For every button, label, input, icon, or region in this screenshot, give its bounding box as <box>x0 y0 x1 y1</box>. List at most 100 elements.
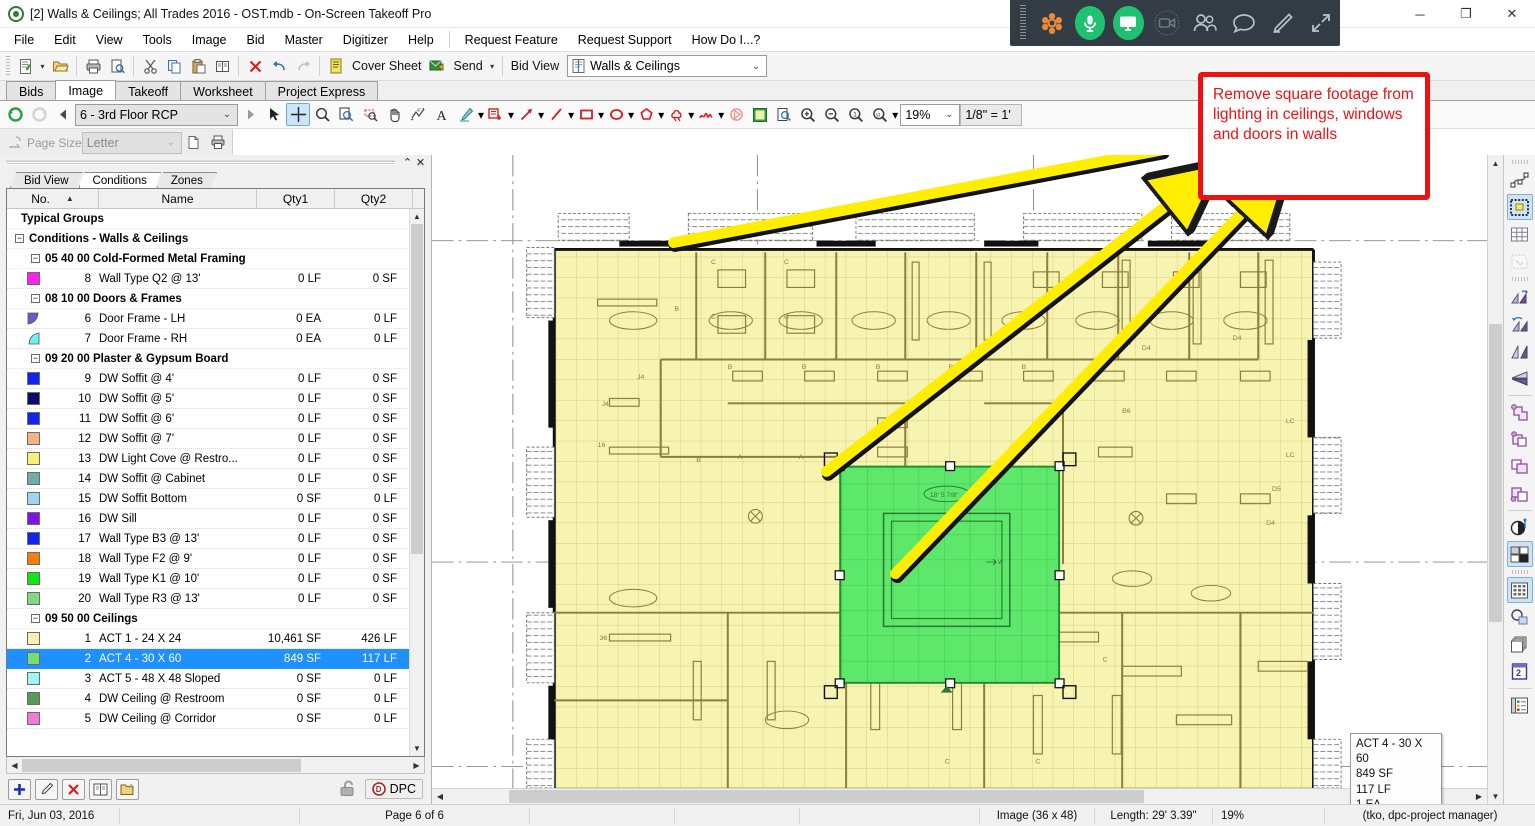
intersect-icon[interactable] <box>1507 453 1533 479</box>
video-conference-toolbar[interactable] <box>1010 0 1340 46</box>
select-area-icon[interactable] <box>1507 194 1533 220</box>
zoom-window-icon[interactable] <box>334 103 358 126</box>
scroll-left-icon[interactable]: ◀ <box>7 761 22 770</box>
maximize-button[interactable]: ❐ <box>1443 0 1489 28</box>
settings-gear-icon[interactable] <box>1036 6 1066 40</box>
redo-icon[interactable] <box>291 55 315 78</box>
table-row[interactable]: 12DW Soffit @ 7'0 LF0 SF <box>7 429 424 449</box>
vscroll-thumb[interactable] <box>1489 324 1502 623</box>
add-condition-button[interactable] <box>8 779 31 800</box>
bid-selector[interactable]: Walls & Ceilings ⌄ <box>567 55 767 77</box>
hscroll-thumb[interactable] <box>22 759 301 772</box>
grid-icon[interactable] <box>1507 221 1533 247</box>
table-row[interactable]: 1ACT 1 - 24 X 2410,461 SF426 LF <box>7 629 424 649</box>
open-icon[interactable] <box>48 55 72 78</box>
table-row[interactable]: 11DW Soffit @ 6'0 LF0 SF <box>7 409 424 429</box>
scroll-up-icon[interactable]: ▲ <box>1488 155 1503 171</box>
expander-icon[interactable]: − <box>31 354 40 363</box>
flip-up-icon[interactable] <box>1507 284 1533 310</box>
tab-bids[interactable]: Bids <box>6 81 56 100</box>
zoom-icon[interactable] <box>310 103 334 126</box>
print-icon[interactable] <box>81 55 105 78</box>
menu-file[interactable]: File <box>4 30 44 50</box>
table-row[interactable]: 10DW Soffit @ 5'0 LF0 SF <box>7 389 424 409</box>
table-row[interactable]: −05 40 00 Cold-Formed Metal Framing <box>7 249 424 269</box>
edit-condition-button[interactable] <box>35 779 58 800</box>
ellipse-icon[interactable] <box>604 103 628 126</box>
crosshair-icon[interactable] <box>286 103 310 126</box>
menu-image[interactable]: Image <box>182 30 237 50</box>
panel-tab-zones[interactable]: Zones <box>157 172 217 188</box>
table-row[interactable]: −Conditions - Walls & Ceilings <box>7 229 424 249</box>
subtract-icon[interactable] <box>1507 426 1533 452</box>
group-row[interactable]: −09 20 00 Plaster & Gypsum Board <box>7 353 424 365</box>
canvas-hscroll-track[interactable] <box>448 790 1471 803</box>
hscroll-track[interactable] <box>22 759 409 772</box>
expander-icon[interactable]: − <box>15 234 24 243</box>
tab-image[interactable]: Image <box>55 80 116 100</box>
copy-icon[interactable] <box>162 55 186 78</box>
rotate-cw-icon[interactable] <box>27 103 51 126</box>
arrow-icon[interactable] <box>514 103 538 126</box>
snapshot-icon[interactable] <box>1507 248 1533 274</box>
measure-icon[interactable]: 4' <box>406 103 430 126</box>
panel-tab-bid-view[interactable]: Bid View <box>10 172 83 188</box>
rail-grip-3[interactable] <box>1512 570 1528 574</box>
table-row[interactable]: 9DW Soffit @ 4'0 LF0 SF <box>7 369 424 389</box>
table-row[interactable]: 16DW Sill0 LF0 SF <box>7 509 424 529</box>
video-bar-grip[interactable] <box>1020 5 1026 41</box>
cut-icon[interactable] <box>138 55 162 78</box>
send-icon[interactable] <box>425 55 449 78</box>
page-selector[interactable]: 6 - 3rd Floor RCP ⌄ <box>75 104 238 126</box>
column-header-no[interactable]: No.▲ <box>7 189 99 208</box>
grid-horizontal-scrollbar[interactable]: ◀ ▶ <box>6 757 425 774</box>
scroll-down-icon[interactable]: ▼ <box>1488 788 1503 804</box>
line-icon[interactable] <box>544 103 568 126</box>
mirror-vertical-icon[interactable] <box>1507 338 1533 364</box>
group-row[interactable]: −05 40 00 Cold-Formed Metal Framing <box>7 253 424 265</box>
menu-bid[interactable]: Bid <box>237 30 275 50</box>
screen-share-icon[interactable] <box>1113 6 1143 40</box>
pin-icon[interactable]: ⌃ <box>401 156 414 169</box>
send-label[interactable]: Send <box>449 59 486 73</box>
menu-digitizer[interactable]: Digitizer <box>333 30 398 50</box>
vscroll-thumb[interactable] <box>411 224 423 554</box>
chat-icon[interactable] <box>1229 6 1259 40</box>
text-icon[interactable]: A <box>430 103 454 126</box>
scroll-down-icon[interactable]: ▼ <box>410 741 424 756</box>
table-row[interactable]: 5DW Ceiling @ Corridor0 SF0 LF <box>7 709 424 729</box>
zoom-in-icon[interactable] <box>796 103 820 126</box>
menu-request-support[interactable]: Request Support <box>568 30 682 50</box>
group-row[interactable]: −09 50 00 Ceilings <box>7 613 424 625</box>
table-row[interactable]: −09 50 00 Ceilings <box>7 609 424 629</box>
table-row[interactable]: 7Door Frame - RH0 EA0 LF <box>7 329 424 349</box>
union-icon[interactable] <box>1507 399 1533 425</box>
expand-icon[interactable] <box>1306 6 1336 40</box>
rectangle-icon[interactable] <box>574 103 598 126</box>
fit-page-icon[interactable] <box>772 103 796 126</box>
table-row[interactable]: 15DW Soffit Bottom0 SF0 LF <box>7 489 424 509</box>
zoom-level-input[interactable]: 19% ⌄ <box>900 104 960 126</box>
group-row[interactable]: −08 10 00 Doors & Frames <box>7 293 424 305</box>
table-row[interactable]: 14DW Soffit @ Cabinet0 LF0 SF <box>7 469 424 489</box>
chevron-down-icon[interactable]: ⌄ <box>163 137 179 148</box>
annotate-pen-icon[interactable] <box>1267 6 1297 40</box>
menu-help[interactable]: Help <box>398 30 444 50</box>
undo-icon[interactable] <box>267 55 291 78</box>
menu-master[interactable]: Master <box>275 30 333 50</box>
menu-view[interactable]: View <box>86 30 133 50</box>
tab-project-express[interactable]: Project Express <box>265 81 379 100</box>
drawing-canvas-area[interactable]: CC CC BJ4 BBB BBB J416 36 BAA D4B6 LCLC … <box>432 155 1503 804</box>
participants-icon[interactable] <box>1190 6 1220 40</box>
lock-icon[interactable] <box>338 779 360 800</box>
contrast-icon[interactable] <box>1507 514 1533 540</box>
canvas-vertical-scrollbar[interactable]: ▲ ▼ <box>1487 155 1503 804</box>
camera-icon[interactable] <box>1152 6 1182 40</box>
dpc-button[interactable]: D DPC <box>365 779 423 799</box>
print-page-icon[interactable] <box>206 131 230 154</box>
group-row[interactable]: −Conditions - Walls & Ceilings <box>7 233 424 245</box>
expander-icon[interactable]: − <box>31 254 40 263</box>
scroll-right-icon[interactable]: ▶ <box>1471 792 1487 801</box>
layers-icon[interactable] <box>1507 631 1533 657</box>
expander-icon[interactable]: − <box>31 294 40 303</box>
